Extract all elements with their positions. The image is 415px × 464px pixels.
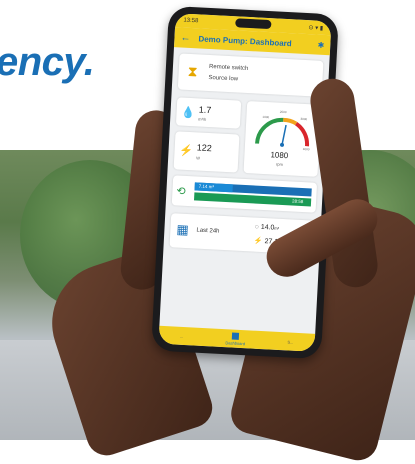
rpm-gauge-card[interactable]: 1000 2000 3000 4000 1080 rpm [243, 101, 322, 177]
last-24h-volume: ◌ 14.0m³ [254, 223, 280, 232]
dashboard-icon [231, 332, 240, 340]
nav-item-left[interactable]: ... [180, 333, 184, 338]
gauge-tick-1: 1000 [262, 115, 269, 119]
bolt-icon: ⚡ [179, 144, 194, 158]
volume-number: 14.0 [260, 223, 275, 232]
rpm-value: 1080 [270, 150, 289, 161]
bottom-nav: ... Dashboard S... [158, 325, 316, 352]
last-24h-label: Last 24h [196, 227, 220, 235]
volume-unit: m³ [274, 225, 280, 231]
source-card[interactable]: ⧗ Remote switch Source low [177, 53, 324, 97]
nav-item-dashboard[interactable]: Dashboard [225, 332, 245, 346]
gauge-tick-3: 3000 [300, 117, 307, 121]
hourglass-icon: ⧗ [187, 62, 198, 80]
nav-dashboard-label: Dashboard [225, 339, 246, 346]
power-card[interactable]: ⚡ 122 W [173, 131, 240, 173]
gauge-tick-4: 4000 [303, 147, 310, 151]
gauge-tick-2: 2000 [280, 110, 287, 114]
nav-item-right[interactable]: S... [287, 339, 293, 344]
headline-text: ency. [0, 40, 95, 84]
status-right-icons: ⊙ ▾ ▮ [308, 24, 324, 32]
flow-card[interactable]: 💧 1.7 m³/h [175, 97, 242, 129]
power-unit: W [196, 155, 201, 161]
source-line2: Source low [208, 74, 239, 83]
volume-time-card[interactable]: ⟲ 7.14 m³ 28:58 [171, 175, 318, 213]
rpm-unit: rpm [275, 161, 284, 167]
phone-screen: 13:58 ≡ ≡ ◌ ▣ • ⊙ ▾ ▮ ← Demo Pump: Dashb… [158, 13, 332, 352]
flow-unit: m³/h [198, 116, 207, 122]
arrow-left-icon[interactable]: ← [180, 32, 191, 44]
flow-value: 1.7 [198, 104, 212, 116]
time-value: 28:58 [291, 198, 304, 205]
rpm-gauge: 1000 2000 3000 4000 [255, 110, 310, 151]
status-time: 13:58 [183, 17, 199, 25]
bluetooth-icon[interactable]: ✱ [317, 40, 324, 49]
cycle-clock-icon: ⟲ [176, 185, 186, 198]
power-value: 122 [196, 142, 213, 154]
app-title: Demo Pump: Dashboard [198, 33, 292, 48]
camera-notch [235, 18, 272, 30]
source-line1: Remote switch [208, 63, 249, 73]
drop-icon: 💧 [181, 106, 196, 120]
smartphone: 13:58 ≡ ≡ ◌ ▣ • ⊙ ▾ ▮ ← Demo Pump: Dashb… [151, 5, 339, 360]
volume-value: 7.14 m³ [198, 183, 215, 190]
calendar-icon: ▦ [176, 221, 190, 238]
